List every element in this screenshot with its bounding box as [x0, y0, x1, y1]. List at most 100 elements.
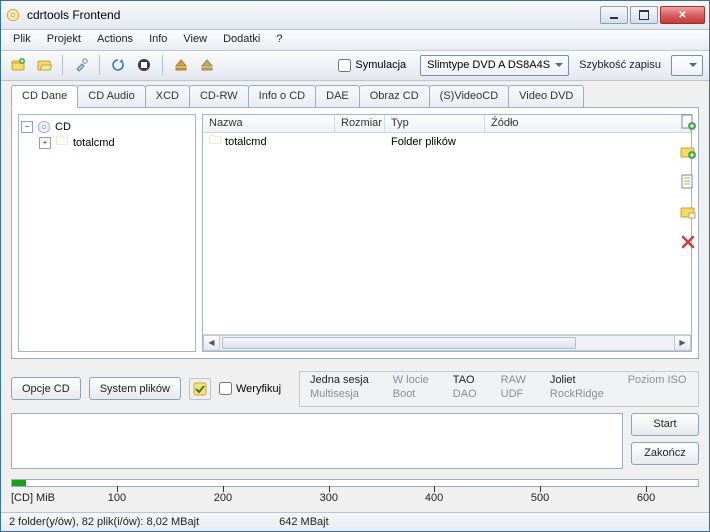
- opt-session[interactable]: Jedna sesja: [310, 374, 369, 386]
- tool-open-icon[interactable]: [33, 54, 55, 76]
- tab-panel: − CD + 🗀 totalcmd Nazwa Rozmiar Typ Źó: [11, 107, 699, 359]
- h-scrollbar[interactable]: ◀ ▶: [203, 334, 691, 351]
- speed-label: Szybkość zapisu: [579, 59, 661, 71]
- opt-tao[interactable]: TAO: [453, 374, 477, 386]
- ruler: [CD] MiB 100 200 300 400 500 600: [11, 486, 699, 508]
- tree-item-label: totalcmd: [73, 137, 115, 149]
- tab-cd-audio[interactable]: CD Audio: [77, 85, 145, 107]
- maximize-button[interactable]: [630, 6, 658, 24]
- side-add-file-icon[interactable]: [678, 112, 698, 132]
- menu-help[interactable]: ?: [268, 30, 290, 50]
- check-icon[interactable]: [189, 378, 211, 400]
- opt-isolevel[interactable]: Poziom ISO: [628, 374, 687, 386]
- zakoncz-button[interactable]: Zakończ: [631, 442, 699, 465]
- tab-video-dvd[interactable]: Video DVD: [508, 85, 584, 107]
- simulation-checkbox[interactable]: Symulacja: [338, 59, 406, 72]
- session-options: Jedna sesja Multisesja W locie Boot TAO DAO…: [299, 371, 699, 407]
- folder-tree[interactable]: − CD + 🗀 totalcmd: [18, 114, 196, 352]
- list-body[interactable]: 🗀 totalcmd Folder plików: [203, 133, 691, 334]
- menu-bar: Plik Projekt Actions Info View Dodatki ?: [1, 30, 709, 51]
- file-list-pane: Nazwa Rozmiar Typ Źódło 🗀 totalcmd Fo: [202, 114, 692, 352]
- opt-dao[interactable]: DAO: [453, 388, 477, 400]
- options-row: Opcje CD System plików Weryfikuj Jedna s…: [11, 371, 699, 407]
- scroll-left-icon[interactable]: ◀: [203, 335, 220, 351]
- opcje-cd-button[interactable]: Opcje CD: [11, 377, 81, 400]
- status-right: 642 MBajt: [279, 516, 329, 528]
- speed-combo[interactable]: [671, 55, 703, 76]
- scroll-right-icon[interactable]: ▶: [674, 335, 691, 351]
- opt-raw[interactable]: RAW: [501, 374, 526, 386]
- system-plikow-button[interactable]: System plików: [89, 377, 181, 400]
- tick-200: 200: [214, 492, 232, 504]
- titlebar: cdrtools Frontend ✕: [1, 1, 709, 30]
- tree-root[interactable]: − CD: [21, 119, 193, 135]
- tab-cd-dane[interactable]: CD Dane: [11, 85, 78, 108]
- ruler-unit: [CD] MiB: [11, 492, 55, 504]
- expand-icon[interactable]: +: [39, 137, 51, 149]
- col-type[interactable]: Typ: [385, 115, 485, 132]
- tool-config-icon[interactable]: [70, 54, 92, 76]
- tick-400: 400: [425, 492, 443, 504]
- tabs: CD Dane CD Audio XCD CD-RW Info o CD DAE…: [1, 81, 709, 107]
- tool-new-icon[interactable]: [7, 54, 29, 76]
- app-icon: [5, 7, 21, 23]
- tab-xcd[interactable]: XCD: [145, 85, 190, 107]
- verify-label: Weryfikuj: [236, 383, 281, 395]
- disc-usage-meter: [CD] MiB 100 200 300 400 500 600: [11, 479, 699, 508]
- opt-multisession[interactable]: Multisesja: [310, 388, 369, 400]
- cd-icon: [37, 120, 51, 134]
- menu-view[interactable]: View: [175, 30, 215, 50]
- tab-info-o-cd[interactable]: Info o CD: [248, 85, 316, 107]
- opt-boot[interactable]: Boot: [393, 388, 429, 400]
- tick-500: 500: [531, 492, 549, 504]
- app-window: cdrtools Frontend ✕ Plik Projekt Actions…: [0, 0, 710, 532]
- minimize-button[interactable]: [600, 6, 628, 24]
- side-delete-icon[interactable]: [678, 232, 698, 252]
- col-size[interactable]: Rozmiar: [335, 115, 385, 132]
- tick-600: 600: [637, 492, 655, 504]
- folder-icon: 🗀: [209, 133, 221, 153]
- start-button[interactable]: Start: [631, 413, 699, 436]
- cell-source: [485, 141, 691, 143]
- window-title: cdrtools Frontend: [27, 8, 598, 22]
- opt-joliet[interactable]: Joliet: [550, 374, 604, 386]
- scroll-thumb[interactable]: [222, 337, 576, 349]
- menu-projekt[interactable]: Projekt: [39, 30, 89, 50]
- drive-selected: Slimtype DVD A DS8A4S: [427, 59, 550, 71]
- menu-plik[interactable]: Plik: [5, 30, 39, 50]
- log-area-row: Start Zakończ: [11, 413, 699, 469]
- col-source[interactable]: Źódło: [485, 115, 691, 132]
- collapse-icon[interactable]: −: [21, 121, 33, 133]
- simulation-label: Symulacja: [355, 59, 406, 71]
- tool-stop-icon[interactable]: [133, 54, 155, 76]
- close-button[interactable]: ✕: [660, 6, 705, 24]
- cell-type: Folder plików: [385, 135, 485, 149]
- tool-refresh-icon[interactable]: [107, 54, 129, 76]
- drive-combo[interactable]: Slimtype DVD A DS8A4S: [420, 55, 569, 76]
- opt-onthefly[interactable]: W locie: [393, 374, 429, 386]
- side-new-doc-icon[interactable]: [678, 172, 698, 192]
- tab-svideocd[interactable]: (S)VideoCD: [429, 85, 510, 107]
- log-textarea[interactable]: [11, 413, 623, 469]
- menu-actions[interactable]: Actions: [89, 30, 141, 50]
- status-bar: 2 folder(y/ów), 82 plik(i/ów): 8,02 MBaj…: [1, 512, 709, 531]
- tab-dae[interactable]: DAE: [315, 85, 360, 107]
- opt-rockridge[interactable]: RockRidge: [550, 388, 604, 400]
- col-name[interactable]: Nazwa: [203, 115, 335, 132]
- status-left: 2 folder(y/ów), 82 plik(i/ów): 8,02 MBaj…: [9, 516, 199, 528]
- list-item[interactable]: 🗀 totalcmd Folder plików: [203, 133, 691, 151]
- tree-item[interactable]: + 🗀 totalcmd: [21, 135, 193, 151]
- tab-cd-rw[interactable]: CD-RW: [189, 85, 249, 107]
- opt-udf[interactable]: UDF: [501, 388, 526, 400]
- folder-icon: 🗀: [55, 132, 69, 153]
- tab-obraz-cd[interactable]: Obraz CD: [359, 85, 430, 107]
- menu-dodatki[interactable]: Dodatki: [215, 30, 268, 50]
- menu-info[interactable]: Info: [141, 30, 175, 50]
- tool-eject-icon[interactable]: [170, 54, 192, 76]
- toolbar: Symulacja Slimtype DVD A DS8A4S Szybkość…: [1, 51, 709, 80]
- tick-100: 100: [108, 492, 126, 504]
- verify-checkbox[interactable]: Weryfikuj: [219, 382, 281, 395]
- tool-eject2-icon[interactable]: [196, 54, 218, 76]
- side-new-folder-icon[interactable]: [678, 202, 698, 222]
- side-add-folder-icon[interactable]: [678, 142, 698, 162]
